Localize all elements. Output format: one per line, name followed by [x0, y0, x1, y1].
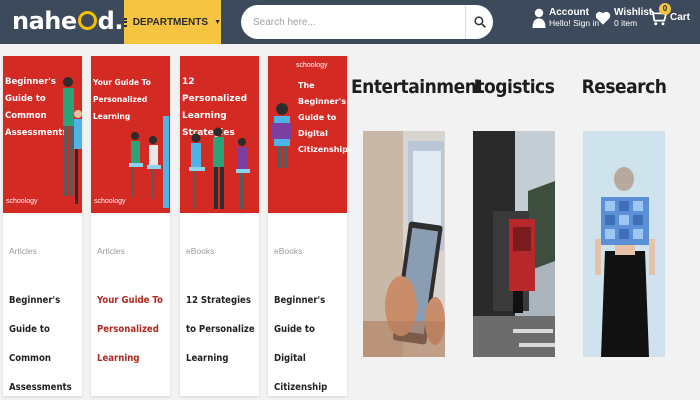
article-card[interactable]: Your Guide To Personalized Learning scho… — [91, 56, 170, 396]
cart-count-badge: 0 — [659, 3, 671, 15]
article-title[interactable]: Beginner's Guide to Common Assessments — [9, 286, 79, 396]
logo-text-start: nahe — [12, 7, 77, 35]
group-illustration-icon — [189, 127, 250, 209]
article-category: Articles — [97, 246, 125, 256]
thumbnail-brand: schoology — [94, 198, 126, 205]
article-category: Articles — [9, 246, 37, 256]
truck-photo-icon — [473, 131, 555, 357]
departments-label: DEPARTMENTS — [132, 16, 209, 28]
wishlist-subtitle: 0 item — [614, 18, 638, 28]
article-title[interactable]: Your Guide To Personalized Learning — [97, 286, 167, 373]
article-category: eBooks — [186, 246, 215, 256]
tablet-photo-icon — [363, 131, 445, 357]
hamburger-icon — [124, 17, 127, 27]
entertainment-image — [363, 131, 445, 357]
departments-button[interactable]: DEPARTMENTS ▼ — [124, 0, 221, 44]
article-card[interactable]: schoology The Beginner's Guide to Digita… — [268, 56, 347, 396]
thumbnail-brand: schoology — [6, 198, 38, 205]
search-icon — [473, 16, 486, 28]
caret-down-icon: ▼ — [214, 18, 221, 26]
classroom-illustration-icon — [129, 116, 169, 208]
article-thumbnail: Your Guide To Personalized Learning scho… — [91, 56, 170, 213]
category-title: Research — [581, 76, 667, 98]
logo-ring-icon — [77, 11, 97, 30]
research-image — [583, 131, 665, 357]
thumbnail-title: The Beginner's Guide to Digital Citizens… — [298, 81, 347, 154]
wishlist-link[interactable]: Wishlist 0 item — [595, 7, 652, 29]
article-card[interactable]: Beginner's Guide to Common Assessments s… — [3, 56, 82, 396]
account-link[interactable]: Account Hello! Sign in — [532, 7, 599, 29]
category-title: Entertainment — [351, 76, 485, 98]
account-subtitle: Hello! Sign in — [549, 18, 600, 28]
research-photo-icon — [583, 131, 665, 357]
citizen-illustration-icon — [272, 103, 292, 168]
articles-section: Beginner's Guide to Common Assessments s… — [0, 44, 350, 400]
cart-title: Cart — [670, 11, 691, 23]
logistics-image — [473, 131, 555, 357]
search-button[interactable] — [465, 5, 493, 39]
search-input[interactable] — [253, 5, 463, 39]
article-card[interactable]: 12 Personalized Learning Strategies eBoo… — [180, 56, 259, 396]
thumbnail-brand: schoology — [296, 62, 328, 69]
categories-section: Entertainment Logistics Research — [350, 44, 700, 400]
cart-link[interactable]: 0 Cart — [649, 3, 691, 27]
article-category: eBooks — [274, 246, 303, 256]
article-thumbnail: Beginner's Guide to Common Assessments s… — [3, 56, 82, 213]
people-illustration-icon — [63, 77, 82, 204]
article-thumbnail: 12 Personalized Learning Strategies — [180, 56, 259, 213]
article-thumbnail: schoology The Beginner's Guide to Digita… — [268, 56, 347, 213]
search-bar — [241, 5, 493, 39]
account-title: Account — [549, 7, 589, 18]
heart-icon — [595, 11, 611, 25]
article-title[interactable]: 12 Strategies to Personalize Learning — [186, 286, 256, 373]
article-title[interactable]: Beginner's Guide to Digital Citizenship — [274, 286, 344, 396]
wishlist-title: Wishlist — [614, 7, 653, 18]
site-header: nahed.pk DEPARTMENTS ▼ Account Hello! Si… — [0, 0, 700, 44]
category-title: Logistics — [473, 76, 555, 98]
user-icon — [532, 8, 546, 28]
